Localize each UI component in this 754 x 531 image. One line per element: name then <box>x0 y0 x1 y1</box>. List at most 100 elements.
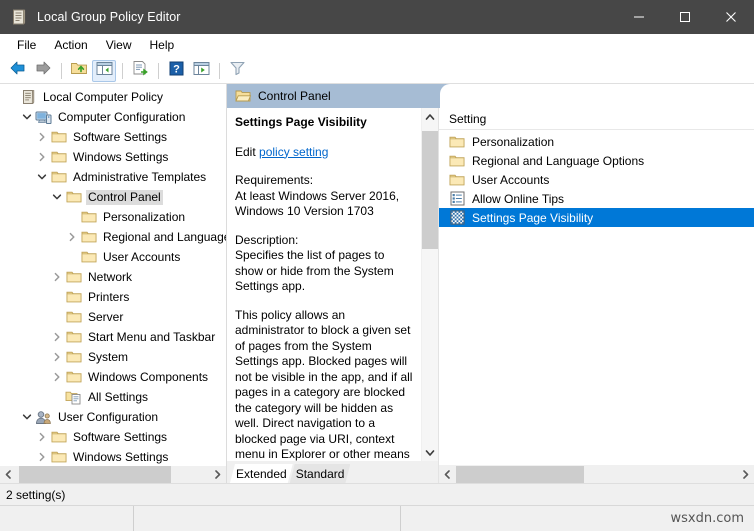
minimize-button[interactable] <box>616 0 662 34</box>
forward-button[interactable] <box>31 60 55 82</box>
policy-setting-link[interactable]: policy setting <box>259 145 328 159</box>
tree-node-all-settings[interactable]: All Settings <box>0 387 226 407</box>
chevron-right-icon[interactable] <box>49 269 65 285</box>
chevron-down-icon[interactable] <box>19 409 35 425</box>
close-button[interactable] <box>708 0 754 34</box>
local-group-policy-editor-window: Local Group Policy Editor File Action Vi… <box>0 0 754 531</box>
edit-prefix: Edit <box>235 145 259 159</box>
scroll-track[interactable] <box>17 466 209 483</box>
chevron-down-icon[interactable] <box>34 169 50 185</box>
chevron-right-icon[interactable] <box>34 149 50 165</box>
scroll-down-button[interactable] <box>422 444 438 461</box>
show-hide-console-tree-button[interactable] <box>92 60 116 82</box>
menu-action[interactable]: Action <box>45 35 96 56</box>
list-scroll-track[interactable] <box>456 466 737 483</box>
folder-icon <box>65 369 82 385</box>
chevron-down-icon[interactable] <box>49 189 65 205</box>
list-horizontal-scrollbar[interactable] <box>439 465 754 483</box>
tree-node-printers[interactable]: Printers <box>0 287 226 307</box>
chevron-right-icon[interactable] <box>64 229 80 245</box>
scroll-thumb[interactable] <box>19 466 171 483</box>
console-tree-icon <box>96 61 113 81</box>
menu-help[interactable]: Help <box>141 35 184 56</box>
detail-vertical-scrollbar[interactable] <box>421 108 438 461</box>
tab-label: Extended <box>236 467 287 481</box>
policy-scroll-icon <box>20 89 37 105</box>
list-item[interactable]: Personalization <box>439 132 754 151</box>
menu-file[interactable]: File <box>8 35 45 56</box>
list-column-header[interactable]: Setting <box>439 108 754 130</box>
tree-node-system[interactable]: System <box>0 347 226 367</box>
tree-node-windows-components[interactable]: Windows Components <box>0 367 226 387</box>
tree-node-personalization[interactable]: Personalization <box>0 207 226 227</box>
tree-node-administrative-templates[interactable]: Administrative Templates <box>0 167 226 187</box>
tree-node-label: Windows Settings <box>71 150 170 165</box>
up-one-level-button[interactable] <box>67 60 91 82</box>
list-scroll-left-button[interactable] <box>439 466 456 483</box>
detail-body: Settings Page Visibility Edit policy set… <box>227 108 438 461</box>
chevron-down-icon[interactable] <box>19 109 35 125</box>
export-list-button[interactable] <box>128 60 152 82</box>
folder-icon <box>65 269 82 285</box>
settings-list[interactable]: Personalization Regional and Language Opt… <box>439 130 754 465</box>
list-scroll-thumb[interactable] <box>456 466 584 483</box>
chevron-right-icon[interactable] <box>49 329 65 345</box>
bottom-segment-2 <box>134 506 401 531</box>
help-button[interactable]: ? <box>164 60 188 82</box>
tree-node-software-settings[interactable]: Software Settings <box>0 127 226 147</box>
scroll-thumb-vertical[interactable] <box>422 131 438 249</box>
tree-node-windows-settings[interactable]: Windows Settings <box>0 447 226 465</box>
menu-view[interactable]: View <box>97 35 141 56</box>
scroll-up-button[interactable] <box>422 108 438 125</box>
export-list-icon <box>132 60 149 81</box>
back-button[interactable] <box>6 60 30 82</box>
list-item-label: Regional and Language Options <box>472 153 644 169</box>
list-scroll-right-button[interactable] <box>737 466 754 483</box>
tree-spacer <box>64 249 80 265</box>
tree-node-start-menu-and-taskbar[interactable]: Start Menu and Taskbar <box>0 327 226 347</box>
column-header-setting: Setting <box>449 112 486 126</box>
chevron-right-icon[interactable] <box>49 349 65 365</box>
chevron-right-icon[interactable] <box>34 449 50 465</box>
chevron-right-icon[interactable] <box>34 129 50 145</box>
view-button[interactable] <box>189 60 213 82</box>
list-item-label: User Accounts <box>472 172 549 188</box>
tree-node-computer-configuration[interactable]: Computer Configuration <box>0 107 226 127</box>
toolbar-separator-4 <box>219 63 220 79</box>
scroll-left-button[interactable] <box>0 466 17 483</box>
chevron-right-icon[interactable] <box>49 369 65 385</box>
folder-icon <box>65 329 82 345</box>
extended-detail-pane: Settings Page Visibility Edit policy set… <box>227 108 438 483</box>
tree-node-software-settings[interactable]: Software Settings <box>0 427 226 447</box>
description-label: Description: <box>235 233 298 247</box>
tree-node-network[interactable]: Network <box>0 267 226 287</box>
scroll-right-button[interactable] <box>209 466 226 483</box>
tree-spacer <box>49 389 65 405</box>
tree-horizontal-scrollbar[interactable] <box>0 465 226 483</box>
tree-node-user-accounts[interactable]: User Accounts <box>0 247 226 267</box>
tree-node-regional-and-language[interactable]: Regional and Language <box>0 227 226 247</box>
tree-node-local-computer-policy[interactable]: Local Computer Policy <box>0 87 226 107</box>
tree-node-windows-settings[interactable]: Windows Settings <box>0 147 226 167</box>
view-tabs[interactable]: ExtendedStandard <box>227 461 438 483</box>
list-item[interactable]: Settings Page Visibility <box>439 208 754 227</box>
console-tree[interactable]: Local Computer PolicyComputer Configurat… <box>0 84 226 465</box>
scroll-track-vertical[interactable] <box>422 125 438 444</box>
chevron-right-icon[interactable] <box>34 429 50 445</box>
list-item[interactable]: Allow Online Tips <box>439 189 754 208</box>
folder-icon <box>80 209 97 225</box>
tree-node-control-panel[interactable]: Control Panel <box>0 187 226 207</box>
filter-button[interactable] <box>225 60 249 82</box>
tree-spacer <box>49 309 65 325</box>
maximize-button[interactable] <box>662 0 708 34</box>
tab-standard[interactable]: Standard <box>290 464 351 483</box>
toolbar-separator-2 <box>122 63 123 79</box>
tree-node-label: Software Settings <box>71 130 169 145</box>
tree-node-user-configuration[interactable]: User Configuration <box>0 407 226 427</box>
tree-node-server[interactable]: Server <box>0 307 226 327</box>
tab-extended[interactable]: Extended <box>230 464 293 483</box>
list-item[interactable]: User Accounts <box>439 170 754 189</box>
watermark: wsxdn.com <box>401 511 754 526</box>
list-item[interactable]: Regional and Language Options <box>439 151 754 170</box>
user-icon <box>35 409 52 425</box>
